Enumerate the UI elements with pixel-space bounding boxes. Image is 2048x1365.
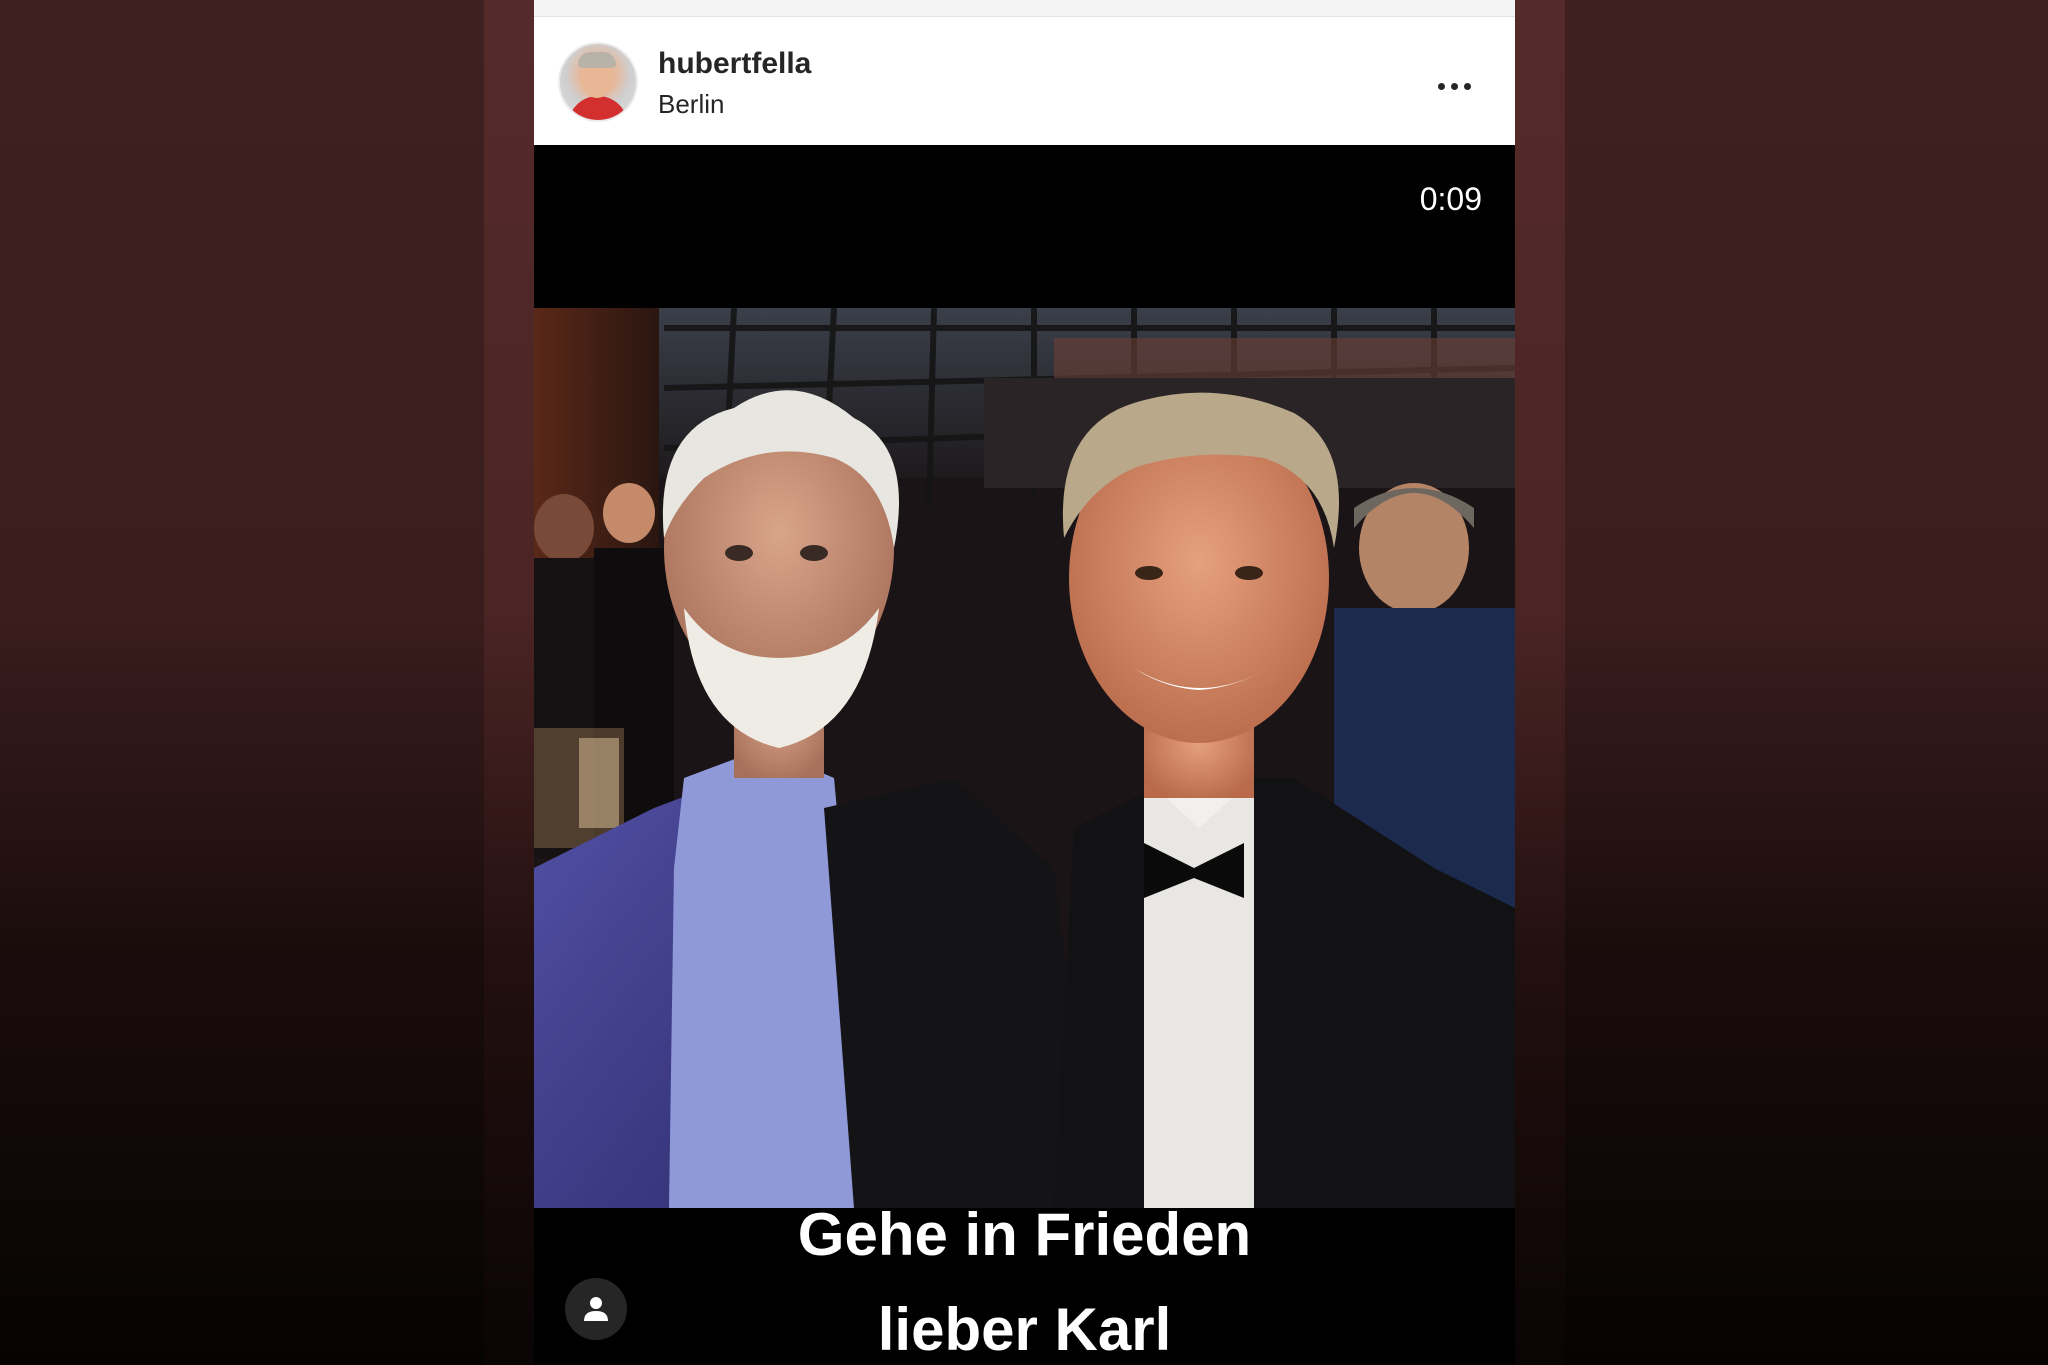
backdrop-left [484,0,534,1365]
location-label[interactable]: Berlin [658,89,724,120]
party-photo [534,308,1515,1208]
username[interactable]: hubertfella [658,47,811,81]
previous-post-edge [534,0,1515,17]
caption-line-1: Gehe in Frieden [797,1201,1252,1268]
video-player[interactable]: 0:09 Gehe in Frieden lieber Karl [534,145,1515,1365]
avatar[interactable] [558,42,638,122]
caption-line-2: lieber Karl [877,1296,1172,1363]
more-horizontal-icon [1437,82,1445,90]
backdrop-right [1515,0,1565,1365]
instagram-post: hubertfella Berlin 0:09 Gehe in Frieden … [534,0,1515,1365]
post-header: hubertfella Berlin [534,17,1515,145]
video-timer: 0:09 [1419,181,1482,217]
user-tag-icon [584,1297,608,1321]
tagged-users-button[interactable] [565,1278,627,1340]
more-options-button[interactable] [1432,71,1476,101]
video-frame [534,308,1515,1208]
